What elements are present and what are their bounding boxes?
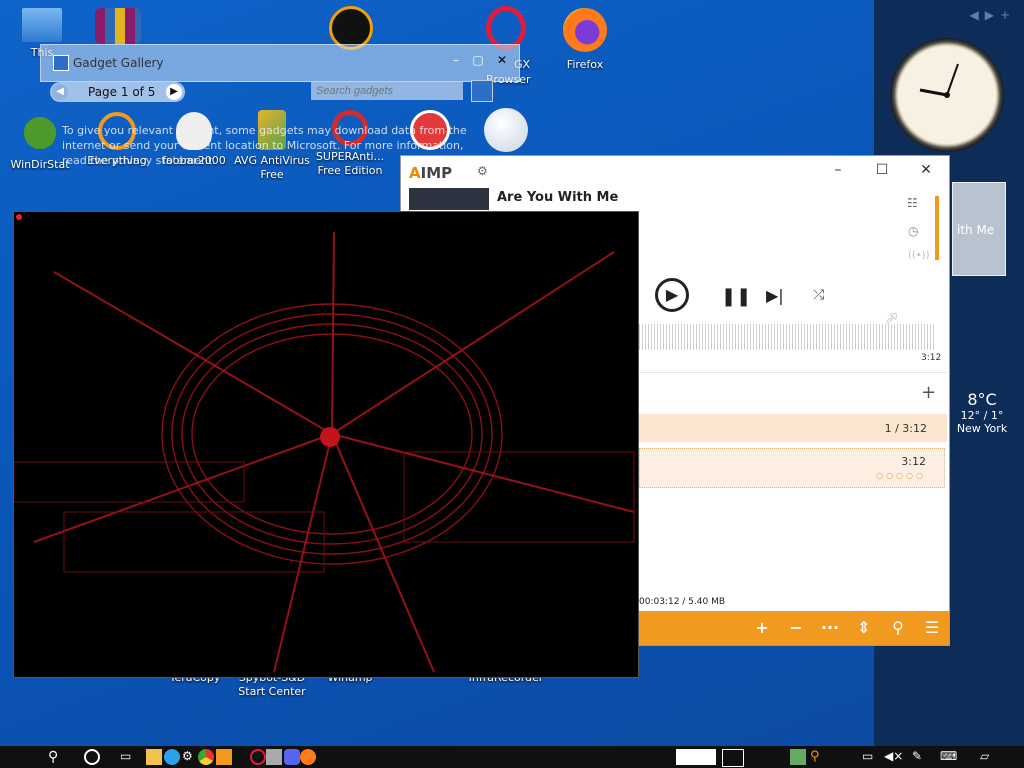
footer-info: 00:03:12 / 5.40 MB	[639, 597, 726, 607]
aimp-titlebar[interactable]: AIMP ⚙ – ☐ ✕	[401, 156, 949, 188]
gadget-gallery-pager: ◀ Page 1 of 5 ▶	[50, 82, 185, 102]
computer-icon	[22, 8, 62, 42]
clock-face-icon	[919, 63, 959, 98]
menu-icon[interactable]: ☰	[921, 618, 943, 638]
firefox-label: Firefox	[566, 58, 604, 71]
media-taskbar-icon[interactable]	[266, 749, 282, 765]
file-explorer-icon[interactable]	[146, 749, 162, 765]
firefox-logo-icon	[563, 8, 607, 52]
now-playing-gadget[interactable]: ith Me	[952, 182, 1006, 276]
opera-taskbar-icon[interactable]	[250, 749, 266, 765]
visualization-window[interactable]	[13, 211, 639, 678]
minimize-icon[interactable]: –	[823, 162, 853, 182]
play-button[interactable]: ▶	[655, 278, 689, 312]
weather-city: New York	[956, 422, 1008, 435]
gadget-gallery-titlebar[interactable]: Gadget Gallery – ▢ ✕	[40, 44, 520, 82]
now-playing-title: ith Me	[957, 223, 995, 237]
visualizer-canvas	[14, 231, 635, 673]
album-art	[409, 188, 489, 210]
firefox-taskbar-icon[interactable]	[300, 749, 316, 765]
aimp-taskbar-icon[interactable]	[164, 749, 180, 765]
stream-icon[interactable]: ((•))	[908, 250, 930, 261]
close-icon[interactable]: ✕	[493, 53, 511, 69]
equalizer-icon[interactable]: ☷	[907, 196, 918, 210]
avg-label-2: Free	[260, 168, 284, 181]
volume-bar[interactable]	[935, 196, 939, 260]
white-sphere-icon	[484, 108, 528, 152]
minimize-icon[interactable]: –	[447, 53, 465, 69]
keyboard-icon[interactable]: ⌨	[940, 749, 962, 765]
close-icon[interactable]: ✕	[911, 162, 941, 182]
discord-icon[interactable]	[284, 749, 300, 765]
rating-icon[interactable]: ○○○○○	[876, 471, 926, 480]
network-icon[interactable]: ▭	[862, 749, 878, 765]
gadget-gallery-icon	[53, 55, 69, 71]
cortana-icon[interactable]	[84, 749, 100, 765]
track-length: 3:12	[921, 353, 942, 363]
playlist-divider	[639, 372, 947, 373]
mouse-cursor-icon: ➚	[884, 308, 900, 329]
task-view-icon[interactable]: ▭	[120, 749, 136, 765]
search-icon[interactable]: ⚲	[48, 749, 64, 765]
pause-button[interactable]: ❚❚	[721, 286, 751, 307]
gear-icon[interactable]: ⚙	[477, 164, 488, 178]
taskbar-clock-area[interactable]	[676, 749, 716, 765]
remove-icon[interactable]: −	[785, 618, 807, 638]
timer-icon[interactable]: ◷	[908, 224, 918, 238]
aimp-pinned-icon[interactable]	[216, 749, 232, 765]
playlist-item-time: 3:12	[901, 455, 926, 468]
maximize-icon[interactable]: ☐	[867, 162, 897, 182]
add-icon[interactable]: +	[751, 618, 773, 638]
sort-icon[interactable]: ⇕	[853, 618, 875, 638]
playlist-item[interactable]: 3:12 ○○○○○	[639, 448, 945, 488]
search-icon[interactable]: ⚲	[887, 618, 909, 638]
firefox-icon[interactable]: Firefox	[545, 8, 625, 71]
more-icon[interactable]: ···	[819, 618, 841, 638]
prev-page-icon[interactable]: ◀	[52, 84, 68, 100]
search-icon[interactable]	[471, 80, 493, 102]
settings-icon[interactable]: ⚙	[182, 749, 198, 765]
aimp-logo: AIMP	[409, 164, 453, 182]
tray-everything-icon[interactable]: ⚲	[810, 749, 826, 765]
maximize-icon[interactable]: ▢	[469, 53, 487, 69]
playlist-summary: 1 / 3:12	[884, 422, 927, 435]
tray-icon-1[interactable]	[790, 749, 806, 765]
page-label: Page 1 of 5	[88, 85, 156, 99]
windirstat-label: WinDirStat	[10, 158, 70, 171]
chrome-icon[interactable]	[198, 749, 214, 765]
weather-range: 12° / 1°	[960, 409, 1004, 422]
taskbar: ⚲ ▭ ⚙ ⚲ ▭ ◀× ✎ ⌨ ▱	[0, 746, 1024, 768]
winrar-icon[interactable]	[78, 8, 158, 48]
visualizer-corner-dot	[16, 214, 22, 220]
winrar-box-icon	[95, 8, 141, 44]
notification-icon[interactable]: ▱	[980, 749, 996, 765]
shuffle-icon[interactable]: ⤮	[813, 287, 824, 303]
volume-icon[interactable]: ◀×	[884, 749, 903, 765]
pen-icon[interactable]: ✎	[912, 749, 928, 765]
weather-temp: 8°C	[967, 390, 997, 409]
weather-gadget[interactable]: 8°C 12° / 1° New York	[950, 390, 1014, 452]
clock-gadget[interactable]	[890, 38, 1004, 152]
windirstat-tree-icon	[20, 112, 60, 154]
next-page-icon[interactable]: ▶	[166, 84, 182, 100]
gadget-gallery-title: Gadget Gallery	[73, 56, 164, 70]
add-playlist-icon[interactable]: +	[921, 382, 936, 403]
search-gadgets-input[interactable]	[311, 82, 463, 100]
news-icon[interactable]	[722, 749, 744, 767]
sidebar-nav-icons[interactable]: ◀▶+	[969, 8, 1016, 22]
playlist-group-header[interactable]: 1 / 3:12	[639, 414, 947, 442]
spybot-label-2: Start Center	[238, 685, 306, 698]
track-title: Are You With Me	[497, 190, 619, 205]
next-button[interactable]: ▶|	[766, 286, 784, 305]
